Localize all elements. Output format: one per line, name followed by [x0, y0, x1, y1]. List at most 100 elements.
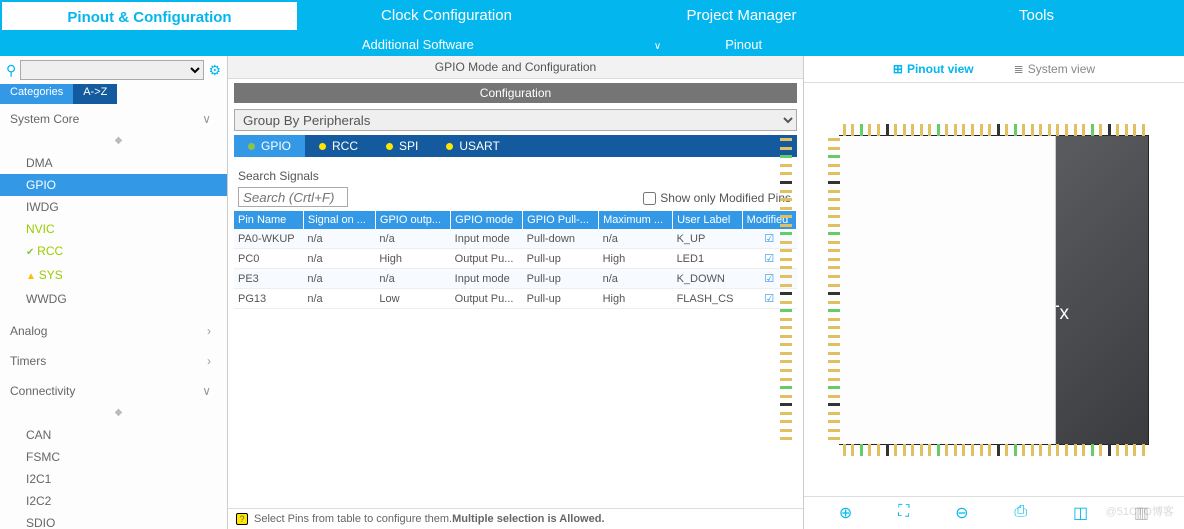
pin[interactable]: [780, 138, 792, 141]
periph-rcc[interactable]: RCC: [305, 135, 372, 157]
pin[interactable]: [868, 124, 871, 136]
pin[interactable]: [894, 124, 897, 136]
tab-a-z[interactable]: A->Z: [73, 84, 117, 104]
item-fsmc[interactable]: FSMC: [10, 446, 227, 468]
pin[interactable]: [843, 444, 846, 456]
item-rcc[interactable]: RCC: [10, 240, 227, 264]
col-header[interactable]: Maximum ...: [599, 211, 673, 229]
periph-spi[interactable]: SPI: [372, 135, 432, 157]
pin[interactable]: [780, 360, 792, 363]
tab-tools[interactable]: Tools: [889, 0, 1184, 32]
pin[interactable]: [894, 444, 897, 456]
pin[interactable]: [1091, 444, 1094, 456]
pin[interactable]: [780, 429, 792, 432]
pin[interactable]: [780, 437, 792, 440]
pin[interactable]: [780, 275, 792, 278]
chip-package[interactable]: ST STM32F103ZETx LQFP144: [839, 135, 1149, 445]
pinout-view-tab[interactable]: ⊞Pinout view: [893, 62, 974, 76]
col-header[interactable]: Pin Name: [234, 211, 303, 229]
item-sys[interactable]: SYS: [10, 264, 227, 288]
group-connectivity[interactable]: Connectivity∨: [10, 380, 227, 402]
pin[interactable]: [954, 124, 957, 136]
pin[interactable]: [980, 124, 983, 136]
pin[interactable]: [868, 444, 871, 456]
zoom-in-icon[interactable]: ⊕: [839, 503, 852, 523]
pin[interactable]: [1142, 124, 1145, 136]
pin[interactable]: [877, 444, 880, 456]
pin[interactable]: [780, 318, 792, 321]
group-system-core[interactable]: System Core∨: [10, 108, 227, 130]
pin[interactable]: [937, 124, 940, 136]
item-i2c1[interactable]: I2C1: [10, 468, 227, 490]
pin[interactable]: [860, 124, 863, 136]
pin[interactable]: [780, 207, 792, 210]
rotate-icon[interactable]: ⎙: [1014, 503, 1027, 523]
pin[interactable]: [877, 124, 880, 136]
pin[interactable]: [920, 124, 923, 136]
pin[interactable]: [920, 444, 923, 456]
pin[interactable]: [1065, 124, 1068, 136]
pin[interactable]: [886, 444, 889, 456]
item-nvic[interactable]: NVIC: [10, 218, 227, 240]
item-iwdg[interactable]: IWDG: [10, 196, 227, 218]
periph-usart[interactable]: USART: [432, 135, 513, 157]
pin[interactable]: [1125, 444, 1128, 456]
pin[interactable]: [780, 378, 792, 381]
pin[interactable]: [1082, 444, 1085, 456]
col-header[interactable]: GPIO Pull-...: [523, 211, 599, 229]
pin[interactable]: [1099, 124, 1102, 136]
pin[interactable]: [1031, 444, 1034, 456]
pin[interactable]: [780, 258, 792, 261]
pin[interactable]: [1005, 124, 1008, 136]
pin[interactable]: [928, 444, 931, 456]
pin[interactable]: [780, 215, 792, 218]
pin[interactable]: [780, 241, 792, 244]
tab-categories[interactable]: Categories: [0, 84, 73, 104]
pin[interactable]: [843, 124, 846, 136]
pin[interactable]: [780, 172, 792, 175]
system-view-tab[interactable]: ≣System view: [1014, 62, 1095, 76]
show-modified-checkbox[interactable]: [643, 192, 656, 205]
pin[interactable]: [1116, 444, 1119, 456]
pin[interactable]: [997, 444, 1000, 456]
table-row[interactable]: PC0n/aHighOutput Pu...Pull-upHighLED1☑: [234, 249, 797, 269]
pin[interactable]: [928, 124, 931, 136]
pin[interactable]: [780, 335, 792, 338]
pin[interactable]: [780, 386, 792, 389]
pin[interactable]: [954, 444, 957, 456]
pin[interactable]: [997, 124, 1000, 136]
item-wwdg[interactable]: WWDG: [10, 288, 227, 310]
pin[interactable]: [1056, 444, 1059, 456]
pin[interactable]: [780, 343, 792, 346]
tab-clock[interactable]: Clock Configuration: [299, 0, 594, 32]
table-row[interactable]: PA0-WKUPn/an/aInput modePull-downn/aK_UP…: [234, 229, 797, 249]
pin[interactable]: [1108, 124, 1111, 136]
pin[interactable]: [780, 403, 792, 406]
tab-project[interactable]: Project Manager: [594, 0, 889, 32]
item-dma[interactable]: DMA: [10, 152, 227, 174]
pin[interactable]: [1048, 124, 1051, 136]
pin[interactable]: [1142, 444, 1145, 456]
pin[interactable]: [1116, 124, 1119, 136]
pin[interactable]: [945, 444, 948, 456]
group-timers[interactable]: Timers›: [10, 350, 227, 372]
item-sdio[interactable]: SDIO: [10, 512, 227, 529]
pin[interactable]: [903, 444, 906, 456]
pin[interactable]: [780, 395, 792, 398]
tab-pinout[interactable]: Pinout & Configuration: [2, 2, 297, 30]
pin[interactable]: [1099, 444, 1102, 456]
pin[interactable]: [780, 301, 792, 304]
item-i2c2[interactable]: I2C2: [10, 490, 227, 512]
pin[interactable]: [780, 309, 792, 312]
pin[interactable]: [903, 124, 906, 136]
pin[interactable]: [1039, 124, 1042, 136]
pin[interactable]: [780, 147, 792, 150]
pin[interactable]: [1048, 444, 1051, 456]
pin[interactable]: [780, 190, 792, 193]
table-row[interactable]: PE3n/an/aInput modePull-upn/aK_DOWN☑: [234, 269, 797, 289]
pin[interactable]: [1074, 444, 1077, 456]
pin[interactable]: [780, 412, 792, 415]
pin[interactable]: [1133, 444, 1136, 456]
pin[interactable]: [851, 124, 854, 136]
pin[interactable]: [780, 181, 792, 184]
